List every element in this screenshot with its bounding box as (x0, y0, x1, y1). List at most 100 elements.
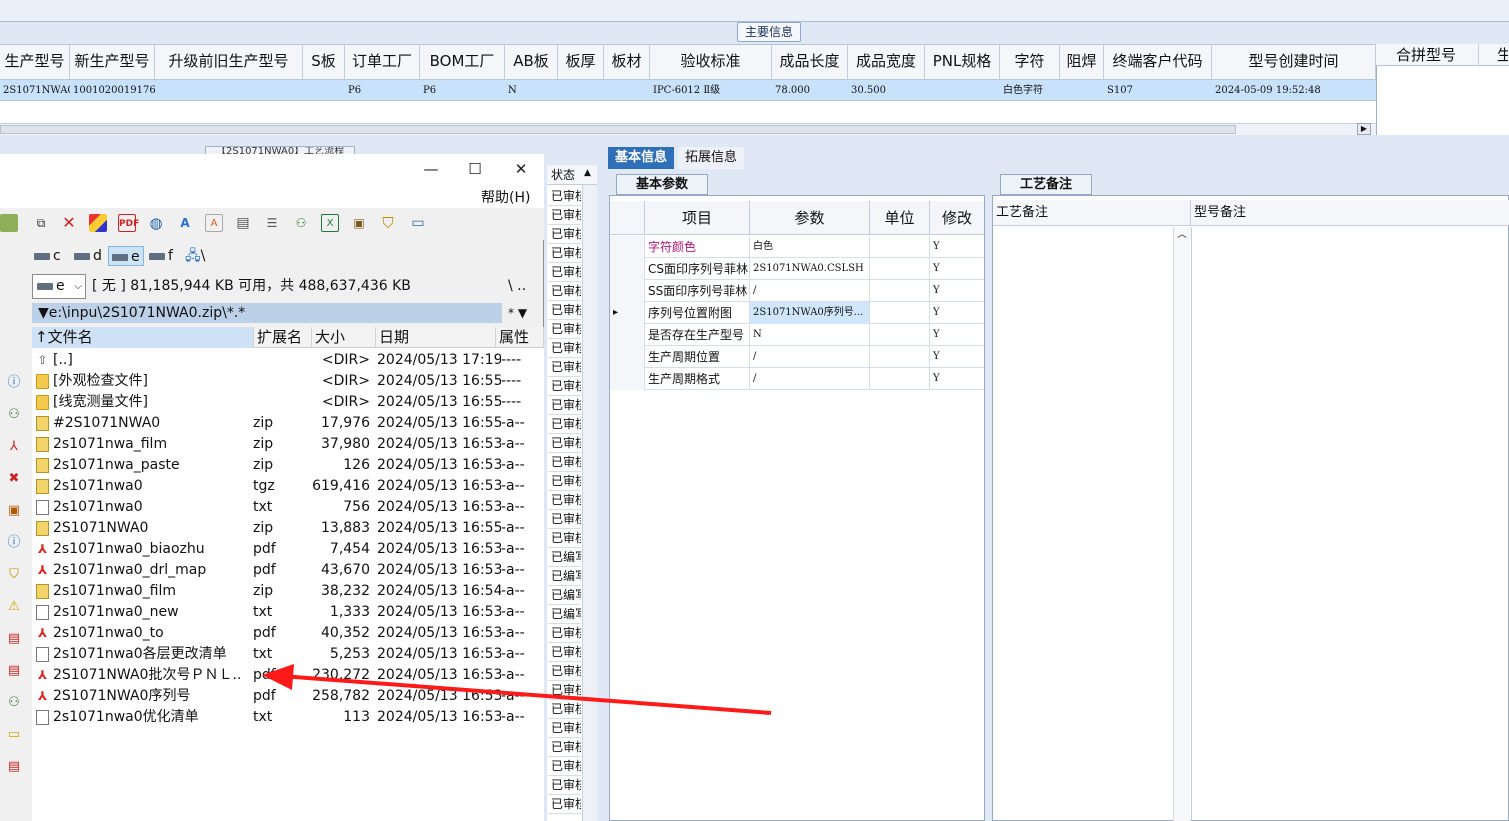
status-cell[interactable]: 已审核 (548, 662, 581, 681)
file-row[interactable]: 2s1071nwa0_new txt 1,333 2024/05/13 16:53 -a… (32, 602, 544, 623)
main-cell[interactable]: 2024-05-09 19:52:48 (1212, 80, 1376, 101)
param-row[interactable]: 字符颜色 白色 Y (610, 236, 984, 258)
param-value[interactable]: / (750, 368, 870, 390)
shield-icon[interactable]: ⛉ (379, 214, 397, 232)
status-cell[interactable]: 已审核 (548, 206, 581, 225)
file-row[interactable]: 2s1071nwa0 tgz 619,416 2024/05/13 16:53 -a-- (32, 476, 544, 497)
status-cell[interactable]: 已审核 (548, 263, 581, 282)
info-icon[interactable]: ⓘ (5, 534, 23, 552)
main-col-header[interactable]: 生产型号 (0, 44, 70, 80)
status-cell[interactable]: 已审核 (548, 491, 581, 510)
delete-icon[interactable]: ✖ (5, 470, 23, 488)
hscroll-right-arrow-icon[interactable]: ▶ (1357, 123, 1371, 135)
main-cell[interactable]: 白色字符 (1000, 80, 1060, 101)
status-cell[interactable]: 已审核 (548, 434, 581, 453)
status-cell[interactable]: 已审核 (548, 510, 581, 529)
status-cell[interactable]: 已审核 (548, 377, 581, 396)
status-cell[interactable]: 已审核 (548, 225, 581, 244)
main-cell[interactable]: P6 (345, 80, 420, 101)
main-cell[interactable] (604, 80, 650, 101)
minimize-icon[interactable]: — (408, 154, 454, 186)
param-row[interactable]: 是否存在生产型号 N Y (610, 324, 984, 346)
column-date[interactable]: 日期 (376, 327, 496, 348)
maximize-icon[interactable]: ☐ (452, 154, 498, 186)
status-cell[interactable]: 已审核 (548, 681, 581, 700)
pdf-tool-icon[interactable]: ▤ (5, 630, 23, 648)
main-cell[interactable] (558, 80, 604, 101)
file-row[interactable]: ⅄ 2S1071NWA0序列号 pdf 258,782 2024/05/13 16:53… (32, 686, 544, 707)
notes-vscrollbar[interactable]: ︿ (1173, 227, 1190, 821)
drive-select[interactable]: e ⌵ (32, 274, 86, 299)
main-cell[interactable]: 2S1071NWA0 (0, 80, 70, 101)
filter-button[interactable]: * ▼ (508, 303, 527, 323)
close-icon[interactable]: ✕ (498, 154, 544, 186)
main-col-header[interactable]: 型号创建时间 (1212, 44, 1376, 80)
param-row[interactable]: CS面印序列号菲林 2S1071NWA0.CSLSH Y (610, 258, 984, 280)
main-cell[interactable]: N (505, 80, 558, 101)
file-row[interactable]: ⅄ 2s1071nwa0_drl_map pdf 43,670 2024/05/13 1… (32, 560, 544, 581)
network-icon[interactable]: ⚇ (292, 214, 310, 232)
basic-params-tab[interactable]: 基本参数 (616, 174, 708, 195)
param-value[interactable]: 2S1071NWA0.CSLSH (750, 258, 870, 280)
print-icon[interactable]: ▤ (234, 214, 252, 232)
main-col-header[interactable]: 成品长度 (772, 44, 848, 80)
column-ext[interactable]: 扩展名 (254, 327, 312, 348)
copy-icon[interactable]: ⧉ (32, 214, 50, 232)
status-cell[interactable]: 已编写 (548, 548, 581, 567)
pack-icon[interactable] (89, 214, 107, 232)
window-icon[interactable]: ▭ (409, 214, 427, 232)
param-row[interactable]: ▸ 序列号位置附图 2S1071NWA0序列号... Y (610, 302, 984, 324)
file-row[interactable]: 2s1071nwa0优化清单 txt 113 2024/05/13 16:53 -a-- (32, 707, 544, 728)
file-row[interactable]: ⇧ [..] <DIR> 2024/05/13 17:19 ---- (32, 350, 544, 371)
pdf-icon[interactable]: ⅄ (5, 438, 23, 456)
status-cell[interactable]: 已审核 (548, 700, 581, 719)
font-a-icon[interactable]: A (176, 214, 194, 232)
status-cell[interactable]: 已审核 (548, 282, 581, 301)
main-col-header[interactable]: 板厚 (558, 44, 604, 80)
drive-f[interactable]: f (149, 246, 173, 266)
main-col-header[interactable]: S板 (303, 44, 345, 80)
scroll-up-icon[interactable]: ︿ (1177, 230, 1186, 240)
status-cell[interactable]: 已审核 (548, 624, 581, 643)
status-cell[interactable]: 已编写 (548, 586, 581, 605)
status-cell[interactable]: 已审核 (548, 320, 581, 339)
refresh-icon[interactable] (0, 214, 18, 232)
column-name[interactable]: ↑文件名 (32, 327, 254, 348)
status-cell[interactable]: 已编写 (548, 605, 581, 624)
file-row[interactable]: ⅄ 2S1071NWA0批次号ＰＮＬ.. pdf 230,272 2024/05/13 … (32, 665, 544, 686)
image-icon[interactable]: ▣ (5, 502, 23, 520)
main-col-header[interactable]: 升级前旧生产型号 (155, 44, 303, 80)
main-cell[interactable] (303, 80, 345, 101)
folder-icon[interactable]: ▭ (5, 726, 23, 744)
main-col-header[interactable]: 阻焊 (1060, 44, 1104, 80)
param-value[interactable]: / (750, 346, 870, 368)
status-cell[interactable]: 已审核 (548, 301, 581, 320)
file-row[interactable]: 2s1071nwa0各层更改清单 txt 5,253 2024/05/13 16:53… (32, 644, 544, 665)
path-dropdown-icon[interactable]: ▼ (38, 305, 49, 321)
main-col-header[interactable]: 成品宽度 (848, 44, 925, 80)
pdf-tool-icon[interactable]: PDF (118, 214, 139, 232)
compare-icon[interactable]: ☰ (263, 214, 281, 232)
drive-e[interactable]: e (108, 246, 144, 266)
main-cell[interactable] (925, 80, 1000, 101)
param-value[interactable]: 白色 (750, 236, 870, 258)
main-col-header[interactable]: BOM工厂 (420, 44, 505, 80)
status-cell[interactable]: 已审核 (548, 757, 581, 776)
delete-icon[interactable]: ✕ (60, 214, 78, 232)
main-col-header[interactable]: 订单工厂 (345, 44, 420, 80)
main-info-tab[interactable]: 主要信息 (737, 22, 801, 42)
warning-icon[interactable]: ⚠ (5, 598, 23, 616)
main-cell[interactable]: 30.500 (848, 80, 925, 101)
file-row[interactable]: 2s1071nwa_paste zip 126 2024/05/13 16:53 -a-… (32, 455, 544, 476)
file-row[interactable]: 2s1071nwa_film zip 37,980 2024/05/13 16:53-… (32, 434, 544, 455)
status-cell[interactable]: 已审核 (548, 453, 581, 472)
main-cell[interactable]: S107 (1104, 80, 1212, 101)
main-cell[interactable] (155, 80, 303, 101)
status-vscrollbar[interactable] (582, 185, 597, 821)
status-cell[interactable]: 已审核 (548, 529, 581, 548)
status-cell[interactable]: 已审核 (548, 643, 581, 662)
drive-d[interactable]: d (74, 246, 102, 266)
main-cell[interactable]: 78.000 (772, 80, 848, 101)
hscroll-thumb[interactable] (0, 125, 1236, 134)
param-row[interactable]: SS面印序列号菲林 / Y (610, 280, 984, 302)
